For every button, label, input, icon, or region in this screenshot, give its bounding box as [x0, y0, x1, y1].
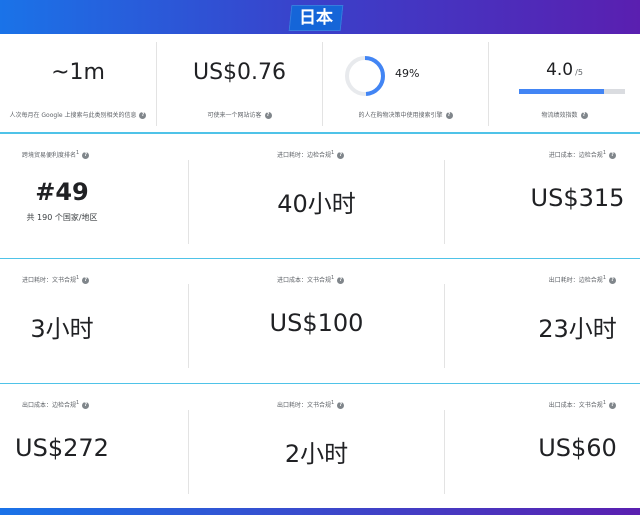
stat-logistics-index: 4.0/5 物流绩效指数?	[489, 34, 640, 132]
stat-cpc-label-row: 可使来一个网站访客?	[157, 110, 322, 119]
progress-ring-svg	[345, 56, 385, 96]
stat-engine-label: 的人在购物决策中使用搜索引擎	[358, 112, 443, 119]
question-circle-icon[interactable]: ?	[337, 152, 345, 159]
metric-import-border-cost: 进口成本：边检合规1? US$315	[445, 134, 640, 258]
bottom-gradient-strip	[0, 508, 640, 515]
metric-label: 出口成本：边检合规	[22, 402, 77, 409]
question-circle-icon[interactable]: ?	[82, 152, 90, 159]
metric-value: US$60	[538, 434, 617, 462]
metric-import-doc-cost: 进口成本：文书合规1? US$100	[189, 259, 444, 383]
stat-monthly-searchers: ~1m 人次每月在 Google 上搜索与此类别相关的信息?	[0, 34, 156, 132]
metric-label: 进口耗时：边检合规	[277, 152, 332, 159]
footnote-marker: 1	[602, 275, 606, 281]
question-circle-icon[interactable]: ?	[139, 112, 147, 119]
metric-value: US$100	[269, 309, 364, 337]
stat-logistics-value-row: 4.0/5	[489, 60, 640, 80]
metric-import-border-time: 进口耗时：边检合规1? 40小时	[189, 134, 444, 258]
metric-label-row: 出口耗时：边检合规1?	[549, 275, 616, 284]
country-title: 日本	[299, 8, 333, 28]
metric-export-doc-cost: 出口成本：文书合规1? US$60	[445, 384, 640, 508]
question-circle-icon[interactable]: ?	[609, 402, 616, 409]
logistics-rating-bar	[519, 89, 625, 94]
question-circle-icon[interactable]: ?	[445, 112, 453, 119]
stat-cost-per-visitor: US$0.76 可使来一个网站访客?	[157, 34, 322, 132]
metric-label: 进口成本：边检合规	[548, 152, 603, 159]
stat-engine-label-row: 的人在购物决策中使用搜索引擎?	[323, 110, 488, 119]
logistics-rating-fill	[519, 89, 604, 94]
metric-value: 2小时	[284, 440, 349, 468]
metric-label: 跨境贸易便利度排名	[22, 152, 77, 159]
question-circle-icon[interactable]: ?	[264, 112, 272, 119]
stat-cpc-label: 可使来一个网站访客	[207, 112, 262, 119]
stat-logistics-denominator: /5	[575, 68, 583, 77]
summary-stats-row: ~1m 人次每月在 Google 上搜索与此类别相关的信息? US$0.76 可…	[0, 34, 640, 134]
footnote-marker: 1	[76, 150, 80, 156]
metric-label: 出口成本：文书合规	[548, 402, 603, 409]
footnote-marker: 1	[331, 275, 335, 281]
question-circle-icon[interactable]: ?	[609, 277, 616, 284]
trade-metrics-grid: 跨境贸易便利度排名1? #49 共 190 个国家/地区 进口耗时：边检合规1?…	[0, 134, 640, 508]
metric-value: 3小时	[30, 315, 94, 343]
progress-ring	[341, 52, 389, 100]
stat-cpc-value: US$0.76	[192, 60, 287, 85]
metric-label-row: 进口成本：文书合规1?	[277, 275, 345, 284]
metric-import-doc-time: 进口耗时：文书合规1? 3小时	[0, 259, 188, 383]
question-circle-icon[interactable]: ?	[82, 402, 90, 409]
stat-engine-share-value: 49%	[395, 67, 420, 80]
metric-value: US$272	[15, 434, 109, 462]
metric-label-row: 跨境贸易便利度排名1?	[22, 150, 90, 159]
metric-value: #49	[35, 178, 89, 206]
metric-label: 进口成本：文书合规	[277, 277, 332, 284]
footnote-marker: 1	[331, 150, 335, 156]
question-circle-icon[interactable]: ?	[82, 277, 90, 284]
metric-label: 出口耗时：文书合规	[277, 402, 332, 409]
metric-label-row: 进口成本：边检合规1?	[549, 150, 616, 159]
stat-searchers-label: 人次每月在 Google 上搜索与此类别相关的信息	[9, 112, 137, 119]
question-circle-icon[interactable]: ?	[609, 152, 616, 159]
metric-label-row: 进口耗时：文书合规1?	[22, 275, 90, 284]
footnote-marker: 1	[331, 400, 335, 406]
stat-searchers-label-row: 人次每月在 Google 上搜索与此类别相关的信息?	[0, 110, 156, 119]
metric-label-row: 出口耗时：文书合规1?	[277, 400, 345, 409]
metric-subtext: 共 190 个国家/地区	[26, 213, 98, 222]
stat-search-engine-usage: 49% 的人在购物决策中使用搜索引擎?	[323, 34, 488, 132]
stat-logistics-label-row: 物流绩效指数?	[489, 110, 640, 119]
stat-logistics-label: 物流绩效指数	[541, 112, 578, 119]
metric-value: US$315	[530, 184, 625, 212]
metric-value: 23小时	[538, 315, 617, 343]
metric-value: 40小时	[277, 190, 356, 218]
question-circle-icon[interactable]: ?	[580, 112, 588, 119]
metric-export-border-time: 出口耗时：边检合规1? 23小时	[445, 259, 640, 383]
footnote-marker: 1	[76, 400, 80, 406]
metric-label-row: 出口成本：边检合规1?	[22, 400, 90, 409]
metric-label-row: 进口耗时：边检合规1?	[277, 150, 345, 159]
footnote-marker: 1	[76, 275, 80, 281]
question-circle-icon[interactable]: ?	[337, 402, 345, 409]
metric-export-border-cost: 出口成本：边检合规1? US$272	[0, 384, 188, 508]
metric-export-doc-time: 出口耗时：文书合规1? 2小时	[189, 384, 444, 508]
metric-label-row: 出口成本：文书合规1?	[549, 400, 616, 409]
question-circle-icon[interactable]: ?	[337, 277, 345, 284]
country-insights-panel: ~1m 人次每月在 Google 上搜索与此类别相关的信息? US$0.76 可…	[0, 34, 640, 508]
footnote-marker: 1	[602, 150, 606, 156]
stat-searchers-value: ~1m	[51, 60, 105, 85]
footnote-marker: 1	[602, 400, 606, 406]
metric-label: 进口耗时：文书合规	[22, 277, 77, 284]
stat-logistics-value: 4.0	[546, 60, 574, 80]
metric-label: 出口耗时：边检合规	[548, 277, 603, 284]
metric-trade-ease-rank: 跨境贸易便利度排名1? #49 共 190 个国家/地区	[0, 134, 188, 258]
